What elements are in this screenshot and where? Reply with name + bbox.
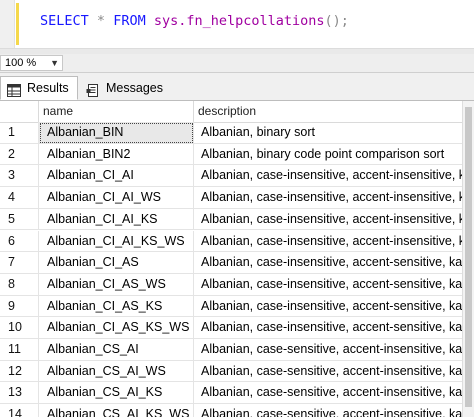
description-cell[interactable]: Albanian, case-insensitive, accent-insen… bbox=[194, 187, 463, 209]
row-number-cell[interactable]: 1 bbox=[0, 122, 39, 144]
change-marker bbox=[16, 3, 19, 45]
table-row[interactable]: 10 Albanian_CI_AS_KS_WS Albanian, case-ins… bbox=[0, 317, 474, 339]
name-cell[interactable]: Albanian_CI_AI_KS bbox=[39, 208, 194, 231]
description-cell[interactable]: Albanian, case-sensitive, accent-insensi… bbox=[194, 382, 463, 405]
column-header-name[interactable]: name bbox=[39, 101, 194, 122]
call-suffix: (); bbox=[324, 13, 349, 29]
keyword-from: FROM bbox=[113, 13, 146, 29]
description-cell[interactable]: Albanian, case-insensitive, accent-sensi… bbox=[194, 252, 463, 274]
description-cell[interactable]: Albanian, case-insensitive, accent-sensi… bbox=[194, 273, 463, 296]
name-cell[interactable]: Albanian_BIN2 bbox=[39, 143, 194, 166]
name-cell[interactable]: Albanian_CI_AS bbox=[39, 252, 194, 274]
row-number-cell[interactable]: 10 bbox=[0, 317, 39, 339]
star-operator: * bbox=[96, 13, 106, 29]
table-row[interactable]: 6 Albanian_CI_AI_KS_WS Albanian, case-inse… bbox=[0, 230, 474, 253]
function-name: sys.fn_helpcollations bbox=[153, 13, 325, 29]
table-row[interactable]: 4 Albanian_CI_AI_WS Albanian, case-insensi… bbox=[0, 187, 474, 209]
messages-icon bbox=[86, 82, 100, 97]
table-row[interactable]: 1 Albanian_BIN Albanian, binary sort bbox=[0, 122, 474, 144]
results-tab-bar: Results Messages bbox=[0, 73, 474, 101]
row-number-header[interactable] bbox=[0, 101, 39, 122]
name-cell[interactable]: Albanian_BIN bbox=[39, 122, 194, 144]
grid-header: name description bbox=[0, 101, 474, 123]
description-cell[interactable]: Albanian, case-insensitive, accent-insen… bbox=[194, 208, 463, 231]
tab-results-label: Results bbox=[27, 81, 69, 95]
row-number-cell[interactable]: 8 bbox=[0, 273, 39, 296]
name-cell[interactable]: Albanian_CS_AI_KS_WS bbox=[39, 404, 194, 417]
row-number-cell[interactable]: 13 bbox=[0, 382, 39, 405]
row-number-cell[interactable]: 5 bbox=[0, 208, 39, 231]
table-row[interactable]: 14 Albanian_CS_AI_KS_WS Albanian, case-sen… bbox=[0, 404, 474, 417]
row-number-cell[interactable]: 11 bbox=[0, 339, 39, 361]
table-row[interactable]: 9 Albanian_CI_AS_KS Albanian, case-insensi… bbox=[0, 295, 474, 318]
row-number-cell[interactable]: 2 bbox=[0, 143, 39, 166]
row-number-cell[interactable]: 9 bbox=[0, 295, 39, 318]
tab-messages-label: Messages bbox=[106, 81, 163, 95]
name-cell[interactable]: Albanian_CI_AS_WS bbox=[39, 273, 194, 296]
description-cell[interactable]: Albanian, binary sort bbox=[194, 122, 463, 144]
scrollbar-thumb[interactable] bbox=[465, 107, 472, 407]
description-cell[interactable]: Albanian, case-insensitive, accent-insen… bbox=[194, 230, 463, 253]
description-cell[interactable]: Albanian, case-sensitive, accent-insensi… bbox=[194, 404, 463, 417]
zoom-bar: 100 % ▼ bbox=[0, 54, 474, 73]
name-cell[interactable]: Albanian_CI_AI bbox=[39, 165, 194, 188]
description-cell[interactable]: Albanian, binary code point comparison s… bbox=[194, 143, 463, 166]
name-cell[interactable]: Albanian_CS_AI_WS bbox=[39, 360, 194, 383]
description-cell[interactable]: Albanian, case-sensitive, accent-insensi… bbox=[194, 360, 463, 383]
row-number-cell[interactable]: 14 bbox=[0, 404, 39, 417]
keyword-select: SELECT bbox=[40, 13, 89, 29]
description-cell[interactable]: Albanian, case-insensitive, accent-sensi… bbox=[194, 295, 463, 318]
grid-icon bbox=[7, 82, 21, 97]
description-cell[interactable]: Albanian, case-sensitive, accent-insensi… bbox=[194, 339, 463, 361]
name-cell[interactable]: Albanian_CI_AI_WS bbox=[39, 187, 194, 209]
name-cell[interactable]: Albanian_CS_AI_KS bbox=[39, 382, 194, 405]
code-line[interactable]: SELECT * FROM sys.fn_helpcollations(); bbox=[40, 10, 349, 32]
description-cell[interactable]: Albanian, case-insensitive, accent-insen… bbox=[194, 165, 463, 188]
chevron-down-icon: ▼ bbox=[50, 58, 59, 68]
table-row[interactable]: 8 Albanian_CI_AS_WS Albanian, case-insensi… bbox=[0, 273, 474, 296]
row-number-cell[interactable]: 12 bbox=[0, 360, 39, 383]
table-row[interactable]: 5 Albanian_CI_AI_KS Albanian, case-insensi… bbox=[0, 208, 474, 231]
grid-vertical-scrollbar[interactable] bbox=[462, 101, 474, 417]
name-cell[interactable]: Albanian_CI_AI_KS_WS bbox=[39, 230, 194, 253]
row-number-cell[interactable]: 4 bbox=[0, 187, 39, 209]
table-row[interactable]: 11 Albanian_CS_AI Albanian, case-sensitive… bbox=[0, 339, 474, 361]
column-header-description[interactable]: description bbox=[194, 101, 474, 122]
table-row[interactable]: 3 Albanian_CI_AI Albanian, case-insensitiv… bbox=[0, 165, 474, 188]
query-editor[interactable]: SELECT * FROM sys.fn_helpcollations(); bbox=[0, 0, 474, 48]
tab-messages[interactable]: Messages bbox=[80, 76, 166, 100]
table-row[interactable]: 7 Albanian_CI_AS Albanian, case-insensitiv… bbox=[0, 252, 474, 274]
name-cell[interactable]: Albanian_CI_AS_KS_WS bbox=[39, 317, 194, 339]
table-row[interactable]: 12 Albanian_CS_AI_WS Albanian, case-sensit… bbox=[0, 360, 474, 383]
editor-gutter bbox=[0, 0, 15, 48]
zoom-dropdown[interactable]: 100 % ▼ bbox=[0, 55, 63, 71]
tab-results[interactable]: Results bbox=[0, 76, 78, 100]
results-grid[interactable]: name description 1 Albanian_BIN Albanian, … bbox=[0, 101, 474, 417]
zoom-value: 100 % bbox=[5, 57, 37, 69]
name-cell[interactable]: Albanian_CI_AS_KS bbox=[39, 295, 194, 318]
description-cell[interactable]: Albanian, case-insensitive, accent-sensi… bbox=[194, 317, 463, 339]
row-number-cell[interactable]: 6 bbox=[0, 230, 39, 253]
table-row[interactable]: 13 Albanian_CS_AI_KS Albanian, case-sensit… bbox=[0, 382, 474, 405]
row-number-cell[interactable]: 3 bbox=[0, 165, 39, 188]
name-cell[interactable]: Albanian_CS_AI bbox=[39, 339, 194, 361]
table-row[interactable]: 2 Albanian_BIN2 Albanian, binary code poin… bbox=[0, 143, 474, 166]
row-number-cell[interactable]: 7 bbox=[0, 252, 39, 274]
